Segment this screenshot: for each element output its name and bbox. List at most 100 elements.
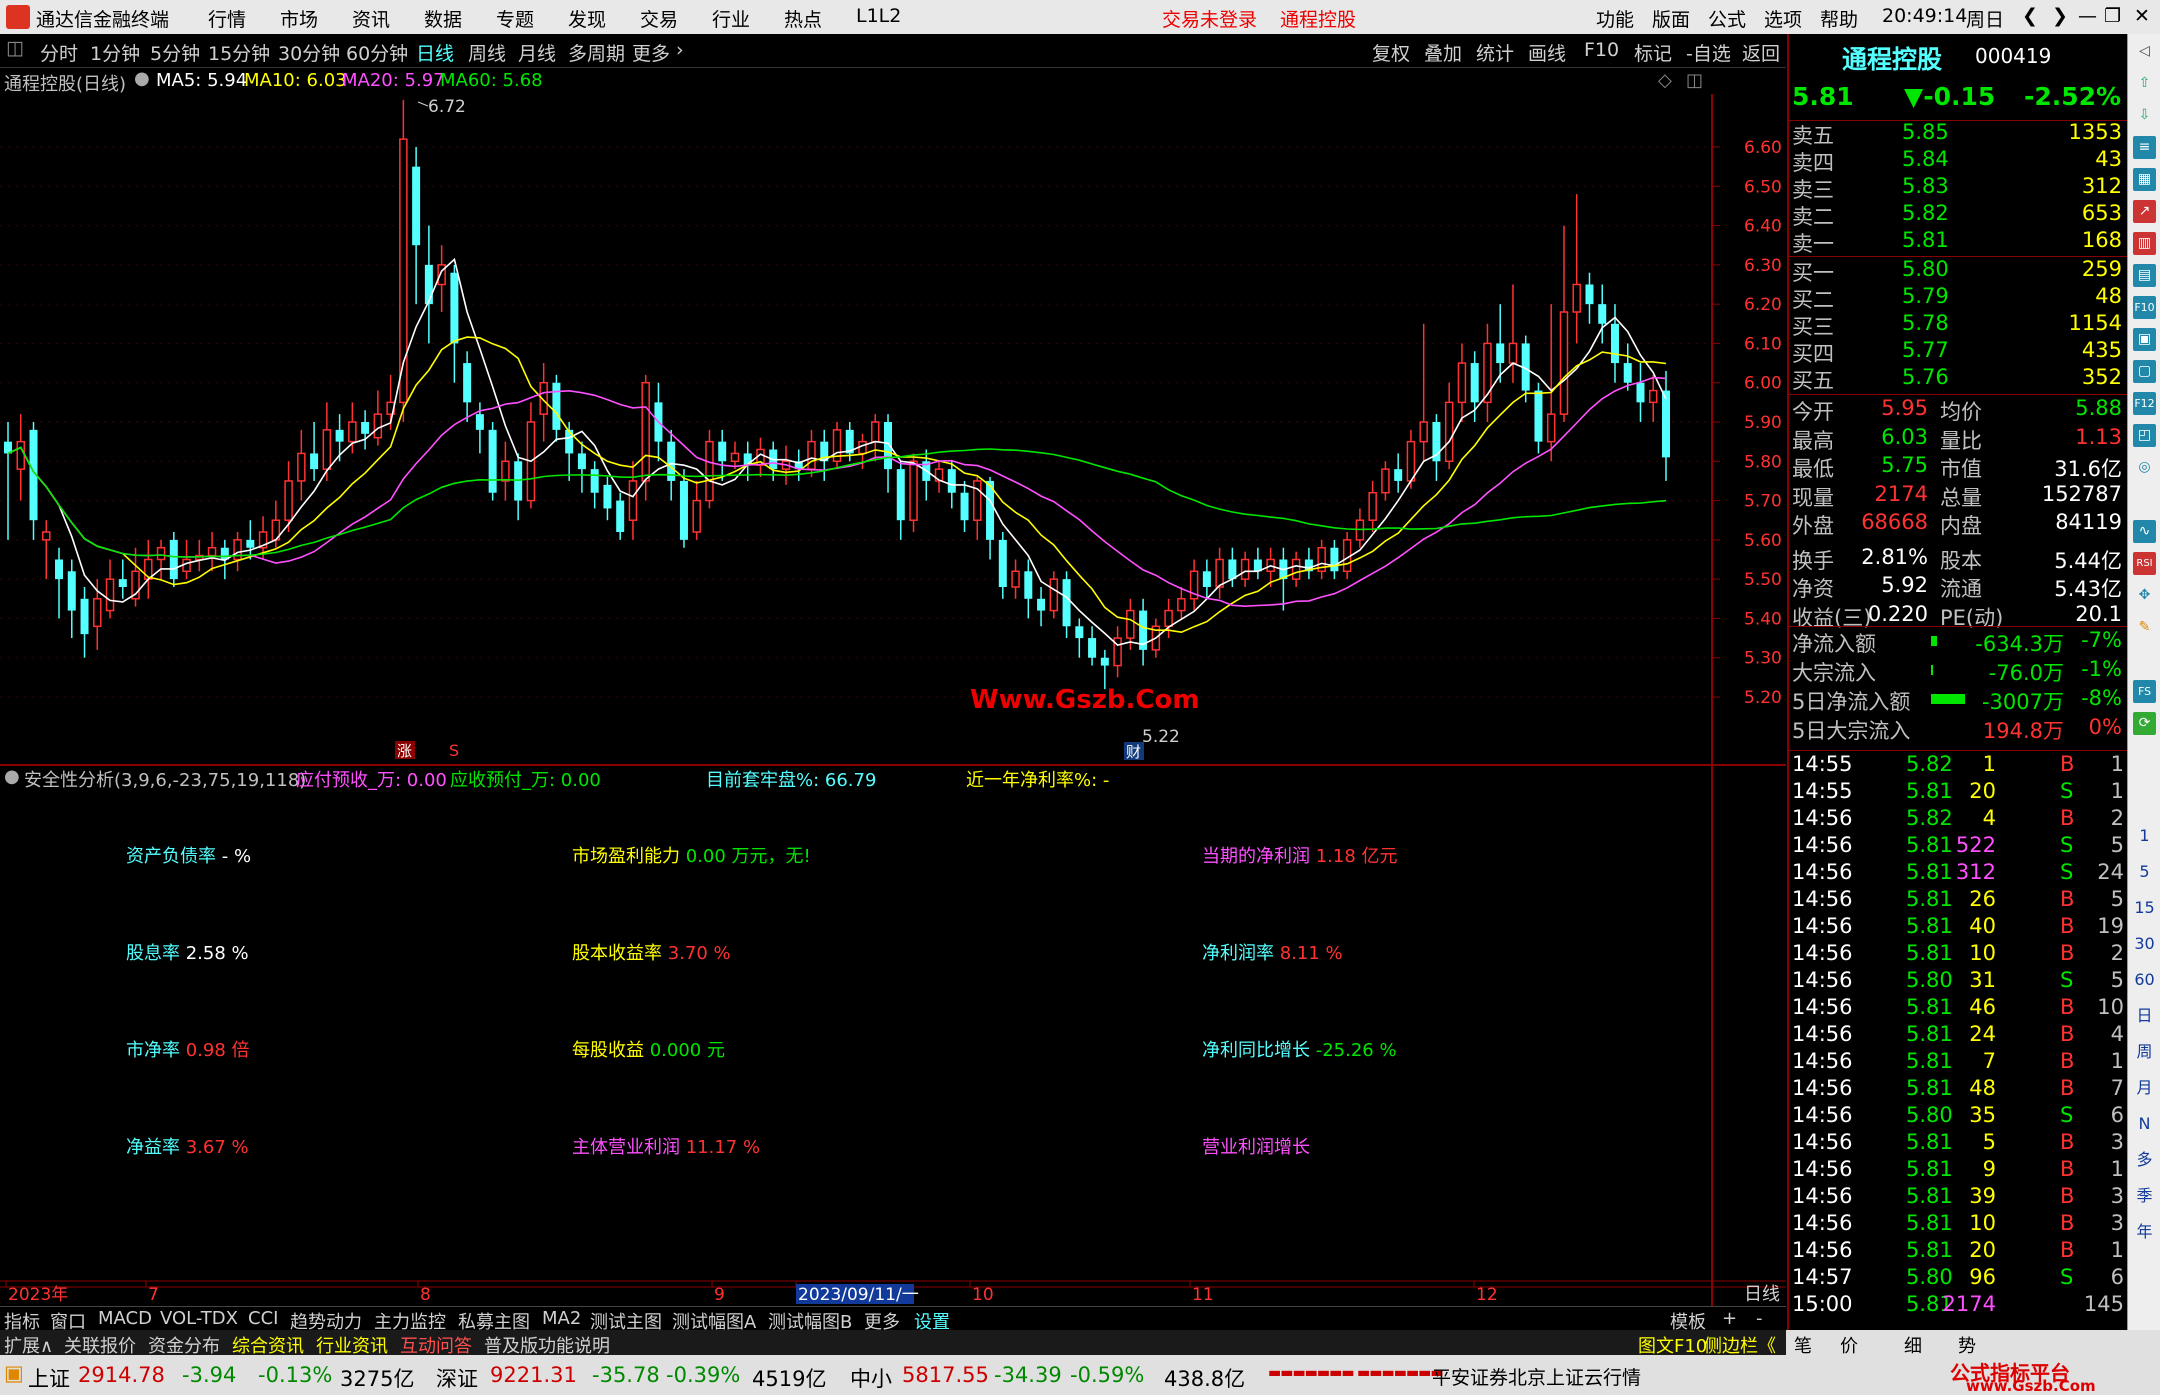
- period-5min[interactable]: 5分钟: [150, 39, 200, 66]
- bid-row[interactable]: 买三 5.78 1154: [1792, 311, 2126, 339]
- sidebar-period-6[interactable]: 周: [2133, 1040, 2156, 1063]
- toggle-icon[interactable]: ◫: [6, 37, 24, 59]
- sidebar-period-5[interactable]: 日: [2133, 1004, 2156, 1027]
- sidebar-period-9[interactable]: 多: [2133, 1148, 2156, 1171]
- sidebar-period-7[interactable]: 月: [2133, 1076, 2156, 1099]
- period-daily[interactable]: 日线: [416, 39, 454, 66]
- bid-row[interactable]: 买五 5.76 352: [1792, 365, 2126, 393]
- settings-dot-icon[interactable]: ●: [134, 68, 150, 89]
- indicator-tab-15[interactable]: +: [1722, 1308, 1737, 1329]
- tool-fuquan[interactable]: 复权: [1372, 39, 1410, 66]
- indicator-tab-8[interactable]: MA2: [542, 1308, 581, 1329]
- expand-icon[interactable]: ▣: [4, 1361, 24, 1385]
- chart-icon[interactable]: ↗: [2133, 200, 2156, 223]
- tool-diejia[interactable]: 叠加: [1424, 39, 1462, 66]
- period-15min[interactable]: 15分钟: [208, 39, 270, 66]
- pencil-icon[interactable]: ✎: [2133, 616, 2156, 639]
- indicator-tab-2[interactable]: MACD: [98, 1308, 152, 1329]
- sh-index-name[interactable]: 上证: [28, 1363, 70, 1393]
- ask-row[interactable]: 卖一 5.81 168: [1792, 228, 2126, 256]
- sidebar-period-10[interactable]: 季: [2133, 1184, 2156, 1207]
- fs-icon[interactable]: FS: [2133, 680, 2156, 703]
- menu-hangqing[interactable]: 行情: [208, 5, 246, 32]
- tick-list[interactable]: 14:55 5.82 1 B 1 14:55 5.81 20 S 1 14:56 5.82 4 B 2 14:…: [1789, 752, 2127, 1322]
- indicator-title[interactable]: 安全性分析(3,9,6,-23,75,19,118): [24, 766, 306, 792]
- login-status[interactable]: 交易未登录: [1162, 5, 1257, 32]
- window-icon[interactable]: ◰: [2133, 424, 2156, 447]
- bid-row[interactable]: 买二 5.79 48: [1792, 284, 2126, 312]
- table-icon[interactable]: ▤: [2133, 264, 2156, 287]
- doc-icon[interactable]: ▣: [2133, 328, 2156, 351]
- menu-gongneng[interactable]: 功能: [1596, 5, 1634, 32]
- menu-hangye[interactable]: 行业: [712, 5, 750, 32]
- bid-row[interactable]: 买一 5.80 259: [1792, 257, 2126, 285]
- menu-shichang[interactable]: 市场: [280, 5, 318, 32]
- menu-xuanxiang[interactable]: 选项: [1764, 5, 1802, 32]
- period-multi[interactable]: 多周期: [568, 39, 625, 66]
- sidebar-period-2[interactable]: 15: [2133, 896, 2156, 919]
- tool-tongji[interactable]: 统计: [1476, 39, 1514, 66]
- menu-faxian[interactable]: 发现: [568, 5, 606, 32]
- wave-icon[interactable]: ∿: [2133, 520, 2156, 543]
- period-weekly[interactable]: 周线: [468, 39, 506, 66]
- tool-fanhui[interactable]: 返回: [1742, 39, 1780, 66]
- indicator-toggle-icon[interactable]: ●: [4, 766, 20, 787]
- close-icon[interactable]: ✕: [2134, 5, 2150, 27]
- f10-icon[interactable]: F10: [2133, 296, 2156, 319]
- restore-icon[interactable]: ❐: [2104, 5, 2121, 27]
- tool-biaoji[interactable]: 标记: [1634, 39, 1672, 66]
- sz-index-name[interactable]: 深证: [436, 1363, 478, 1393]
- period-fenshi[interactable]: 分时: [40, 39, 78, 66]
- menu-bangzhu[interactable]: 帮助: [1820, 5, 1858, 32]
- ask-row[interactable]: 卖五 5.85 1353: [1792, 120, 2126, 148]
- period-60min[interactable]: 60分钟: [346, 39, 408, 66]
- menu-zhuanti[interactable]: 专题: [496, 5, 534, 32]
- menu-redian[interactable]: 热点: [784, 5, 822, 32]
- indicator-tab-4[interactable]: CCI: [248, 1308, 278, 1329]
- refresh-icon[interactable]: ⟳: [2133, 712, 2156, 735]
- sidebar-period-4[interactable]: 60: [2133, 968, 2156, 991]
- menu-l1l2[interactable]: L1L2: [856, 5, 901, 27]
- sidebar-period-3[interactable]: 30: [2133, 932, 2156, 955]
- candle-icon[interactable]: ▥: [2133, 232, 2156, 255]
- diamond-icon[interactable]: ◇: [1658, 70, 1672, 91]
- up-icon[interactable]: ⇧: [2133, 72, 2156, 95]
- tool-f10[interactable]: F10: [1584, 39, 1619, 61]
- forward-arrow-icon[interactable]: ❯: [2052, 5, 2068, 27]
- back-arrow-icon[interactable]: ❮: [2022, 5, 2038, 27]
- collapse-icon[interactable]: ◁: [2133, 40, 2156, 63]
- settings-icon[interactable]: ✥: [2133, 584, 2156, 607]
- tool-huaxian[interactable]: 画线: [1528, 39, 1566, 66]
- window-icon[interactable]: ◫: [1686, 70, 1703, 91]
- bid-row[interactable]: 买四 5.77 435: [1792, 338, 2126, 366]
- period-more[interactable]: 更多: [632, 39, 670, 66]
- period-30min[interactable]: 30分钟: [278, 39, 340, 66]
- grid-icon[interactable]: ▦: [2133, 168, 2156, 191]
- menu-zixun[interactable]: 资讯: [352, 5, 390, 32]
- indicator-tab-3[interactable]: VOL-TDX: [160, 1308, 238, 1329]
- f12-icon[interactable]: F12: [2133, 392, 2156, 415]
- sidebar-period-1[interactable]: 5: [2133, 860, 2156, 883]
- menu-banmian[interactable]: 版面: [1652, 5, 1690, 32]
- list-icon[interactable]: ≡: [2133, 136, 2156, 159]
- tool-zixuan[interactable]: -自选: [1686, 39, 1731, 66]
- sidebar-period-11[interactable]: 年: [2133, 1220, 2156, 1243]
- menu-shuju[interactable]: 数据: [424, 5, 462, 32]
- sidebar-period-8[interactable]: N: [2133, 1112, 2156, 1135]
- ask-row[interactable]: 卖四 5.84 43: [1792, 147, 2126, 175]
- menu-jiaoyi[interactable]: 交易: [640, 5, 678, 32]
- ask-price: 5.82: [1902, 201, 1949, 225]
- zx-index-name[interactable]: 中小: [850, 1363, 892, 1393]
- rsi-icon[interactable]: RSI: [2133, 552, 2156, 575]
- ask-row[interactable]: 卖三 5.83 312: [1792, 174, 2126, 202]
- sidebar-period-0[interactable]: 1: [2133, 824, 2156, 847]
- minimize-icon[interactable]: —: [2078, 5, 2097, 27]
- period-1min[interactable]: 1分钟: [90, 39, 140, 66]
- ask-row[interactable]: 卖二 5.82 653: [1792, 201, 2126, 229]
- period-monthly[interactable]: 月线: [518, 39, 556, 66]
- menu-gongshi[interactable]: 公式: [1708, 5, 1746, 32]
- target-icon[interactable]: ◎: [2133, 456, 2156, 479]
- news-icon[interactable]: ▢: [2133, 360, 2156, 383]
- indicator-tab-16[interactable]: -: [1756, 1308, 1763, 1329]
- down-icon[interactable]: ⇩: [2133, 104, 2156, 127]
